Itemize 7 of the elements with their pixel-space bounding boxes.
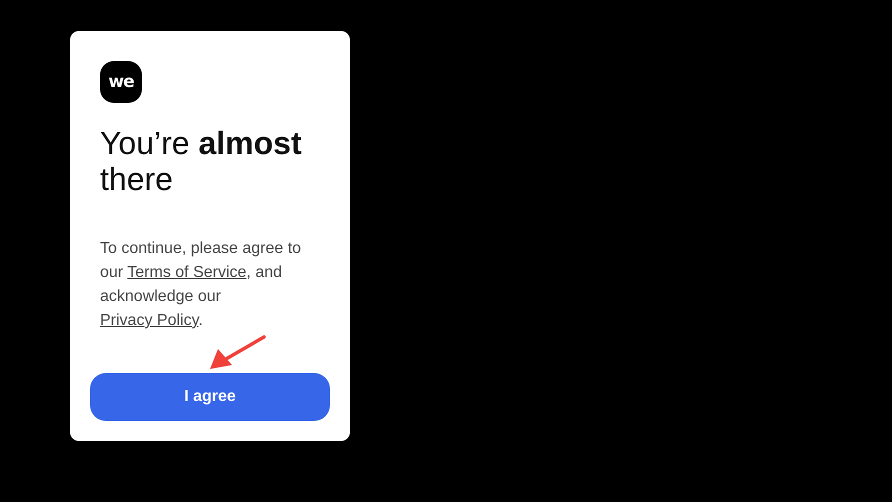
logo: we bbox=[100, 61, 142, 103]
policy-link[interactable]: Terms of Service bbox=[127, 264, 246, 281]
policy-link[interactable]: Privacy Policy bbox=[100, 312, 198, 329]
pointer-arrow bbox=[210, 335, 266, 369]
heading: You’re almost there bbox=[100, 125, 303, 197]
consent-text: To continue, please agree to our Terms of Service, and acknowledge our Privacy Policy. bbox=[100, 239, 302, 331]
agree-button[interactable]: I agree bbox=[90, 373, 330, 421]
